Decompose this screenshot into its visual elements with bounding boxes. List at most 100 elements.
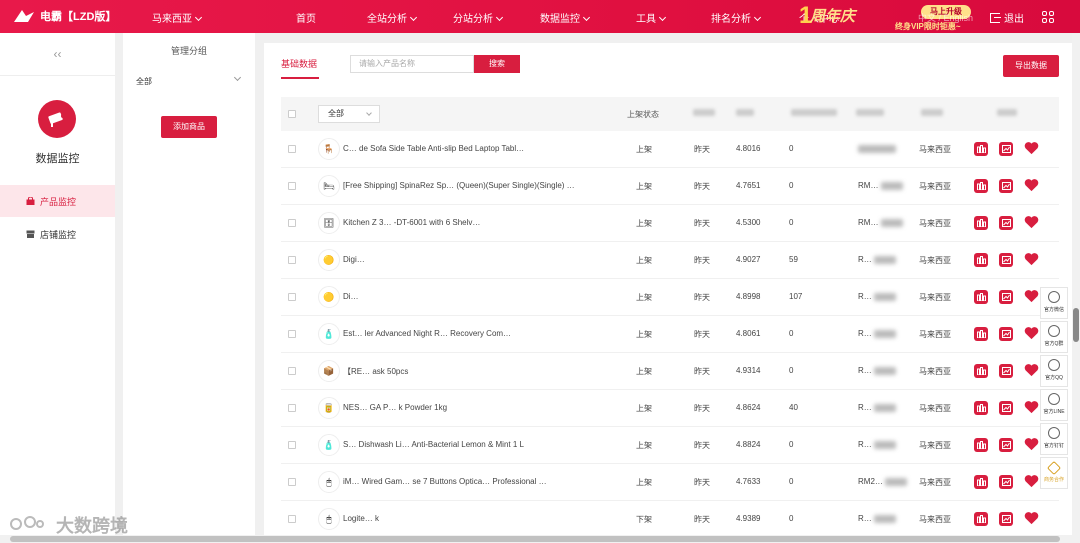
collapse-sidebar-icon[interactable]: ‹‹ — [0, 33, 115, 76]
favorite-heart-icon[interactable] — [1024, 215, 1039, 229]
trend-chart-button[interactable] — [999, 512, 1013, 526]
product-name[interactable]: Est… ler Advanced Night R… Recovery Com… — [343, 329, 605, 338]
trend-chart-button[interactable] — [999, 290, 1013, 304]
product-name[interactable]: NES… GA P… k Powder 1kg — [343, 403, 605, 412]
row-checkbox[interactable] — [288, 441, 296, 449]
table-row[interactable]: 🟡 Digi… 上架 昨天 4.9027 59 R… 马来西亚 — [281, 242, 1059, 279]
product-name[interactable]: Logite… k — [343, 514, 605, 523]
logout-button[interactable]: 退出 — [990, 10, 1024, 25]
table-row[interactable]: 🧴 S… Dishwash Li… Anti-Bacterial Lemon & … — [281, 427, 1059, 464]
trend-chart-button[interactable] — [999, 216, 1013, 230]
nav-substation-analysis[interactable]: 分站分析 — [453, 10, 504, 25]
favorite-heart-icon[interactable] — [1024, 289, 1039, 303]
table-row[interactable]: 🧴 Est… ler Advanced Night R… Recovery Com… — [281, 316, 1059, 353]
product-thumbnail[interactable]: 🖱 — [318, 508, 340, 530]
table-row[interactable]: 🛏 [Free Shipping] SpinaRez Sp… (Queen)(Su… — [281, 168, 1059, 205]
sales-chart-button[interactable] — [974, 290, 988, 304]
product-name[interactable]: [Free Shipping] SpinaRez Sp… (Queen)(Sup… — [343, 181, 605, 190]
sales-chart-button[interactable] — [974, 401, 988, 415]
product-thumbnail[interactable]: 🟡 — [318, 286, 340, 308]
sales-chart-button[interactable] — [974, 512, 988, 526]
favorite-heart-icon[interactable] — [1024, 400, 1039, 414]
product-name[interactable]: S… Dishwash Li… Anti-Bacterial Lemon & M… — [343, 440, 605, 449]
nav-rank-analysis[interactable]: 排名分析 — [711, 10, 762, 25]
export-data-button[interactable]: 导出数据 — [1003, 55, 1059, 77]
product-thumbnail[interactable]: 🥫 — [318, 397, 340, 419]
nav-home[interactable]: 首页 — [296, 10, 316, 25]
nav-site-analysis[interactable]: 全站分析 — [367, 10, 418, 25]
row-checkbox[interactable] — [288, 293, 296, 301]
tool-line[interactable]: 官方LINE — [1040, 389, 1068, 421]
table-row[interactable]: 🖱 iM… Wired Gam… se 7 Buttons Optica… Pro… — [281, 464, 1059, 501]
row-checkbox[interactable] — [288, 182, 296, 190]
trend-chart-button[interactable] — [999, 142, 1013, 156]
table-row[interactable]: 🪑 C… de Sofa Side Table Anti-slip Bed Lap… — [281, 131, 1059, 168]
favorite-heart-icon[interactable] — [1024, 252, 1039, 266]
tool-wechat[interactable]: 官方微信 — [1040, 287, 1068, 319]
product-name[interactable]: Digi… — [343, 255, 605, 264]
trend-chart-button[interactable] — [999, 364, 1013, 378]
group-select[interactable]: 全部 — [136, 76, 152, 87]
language-switch[interactable]: 中文 / English — [918, 11, 973, 24]
tool-business[interactable]: 商务合作 — [1040, 457, 1068, 489]
trend-chart-button[interactable] — [999, 401, 1013, 415]
trend-chart-button[interactable] — [999, 475, 1013, 489]
sidebar-item-product-monitor[interactable]: 产品监控 — [0, 185, 115, 217]
sales-chart-button[interactable] — [974, 475, 988, 489]
product-name[interactable]: iM… Wired Gam… se 7 Buttons Optica… Prof… — [343, 477, 605, 486]
row-checkbox[interactable] — [288, 367, 296, 375]
trend-chart-button[interactable] — [999, 179, 1013, 193]
product-thumbnail[interactable]: 🟡 — [318, 249, 340, 271]
product-search-input[interactable]: 请输入产品名称 — [350, 55, 474, 73]
row-checkbox[interactable] — [288, 330, 296, 338]
row-checkbox[interactable] — [288, 219, 296, 227]
select-all-checkbox[interactable] — [288, 110, 296, 118]
apps-grid-icon[interactable] — [1042, 11, 1054, 23]
nav-country[interactable]: 马来西亚 — [152, 10, 203, 25]
product-thumbnail[interactable]: 🧴 — [318, 434, 340, 456]
product-thumbnail[interactable]: 📦 — [318, 360, 340, 382]
search-button[interactable]: 搜索 — [474, 55, 520, 73]
sales-chart-button[interactable] — [974, 216, 988, 230]
scrollbar-thumb[interactable] — [10, 536, 1060, 542]
nav-tools[interactable]: 工具 — [636, 10, 667, 25]
row-checkbox[interactable] — [288, 515, 296, 523]
sales-chart-button[interactable] — [974, 253, 988, 267]
favorite-heart-icon[interactable] — [1024, 326, 1039, 340]
sales-chart-button[interactable] — [974, 438, 988, 452]
favorite-heart-icon[interactable] — [1024, 437, 1039, 451]
table-row[interactable]: 🟡 Di… 上架 昨天 4.8998 107 R… 马来西亚 — [281, 279, 1059, 316]
tab-basic-data[interactable]: 基础数据 — [281, 57, 317, 70]
product-thumbnail[interactable]: 🪑 — [318, 138, 340, 160]
row-checkbox[interactable] — [288, 404, 296, 412]
product-name[interactable]: 【RE… ask 50pcs — [343, 366, 605, 377]
row-checkbox[interactable] — [288, 478, 296, 486]
sales-chart-button[interactable] — [974, 179, 988, 193]
favorite-heart-icon[interactable] — [1024, 474, 1039, 488]
sales-chart-button[interactable] — [974, 364, 988, 378]
sales-chart-button[interactable] — [974, 142, 988, 156]
table-row[interactable]: 🖱 Logite… k 下架 昨天 4.9389 0 R… 马来西亚 — [281, 501, 1059, 538]
tool-dingtalk[interactable]: 官方钉钉 — [1040, 423, 1068, 455]
nav-data-monitor[interactable]: 数据监控 — [540, 10, 591, 25]
favorite-heart-icon[interactable] — [1024, 141, 1039, 155]
tool-qq[interactable]: 官方QQ — [1040, 355, 1068, 387]
row-checkbox[interactable] — [288, 145, 296, 153]
add-product-button[interactable]: 添加商品 — [161, 116, 217, 138]
table-row[interactable]: 📦 【RE… ask 50pcs 上架 昨天 4.9314 0 R… 马来西亚 — [281, 353, 1059, 390]
scrollbar-thumb[interactable] — [1073, 308, 1079, 342]
vertical-scrollbar[interactable] — [1072, 33, 1080, 543]
sales-chart-button[interactable] — [974, 327, 988, 341]
product-thumbnail[interactable]: 🖱 — [318, 471, 340, 493]
chevron-down-icon[interactable] — [233, 73, 242, 82]
row-checkbox[interactable] — [288, 256, 296, 264]
favorite-heart-icon[interactable] — [1024, 178, 1039, 192]
logo[interactable]: 电霸【LZD版】 — [12, 8, 116, 24]
trend-chart-button[interactable] — [999, 327, 1013, 341]
product-name[interactable]: Kitchen Z 3… -DT-6001 with 6 Shelv… — [343, 218, 605, 227]
trend-chart-button[interactable] — [999, 438, 1013, 452]
product-thumbnail[interactable]: 🗄 — [318, 212, 340, 234]
table-row[interactable]: 🥫 NES… GA P… k Powder 1kg 上架 昨天 4.8624 40 R… 马… — [281, 390, 1059, 427]
horizontal-scrollbar[interactable] — [0, 535, 1072, 543]
filter-select[interactable]: 全部 — [318, 105, 380, 123]
